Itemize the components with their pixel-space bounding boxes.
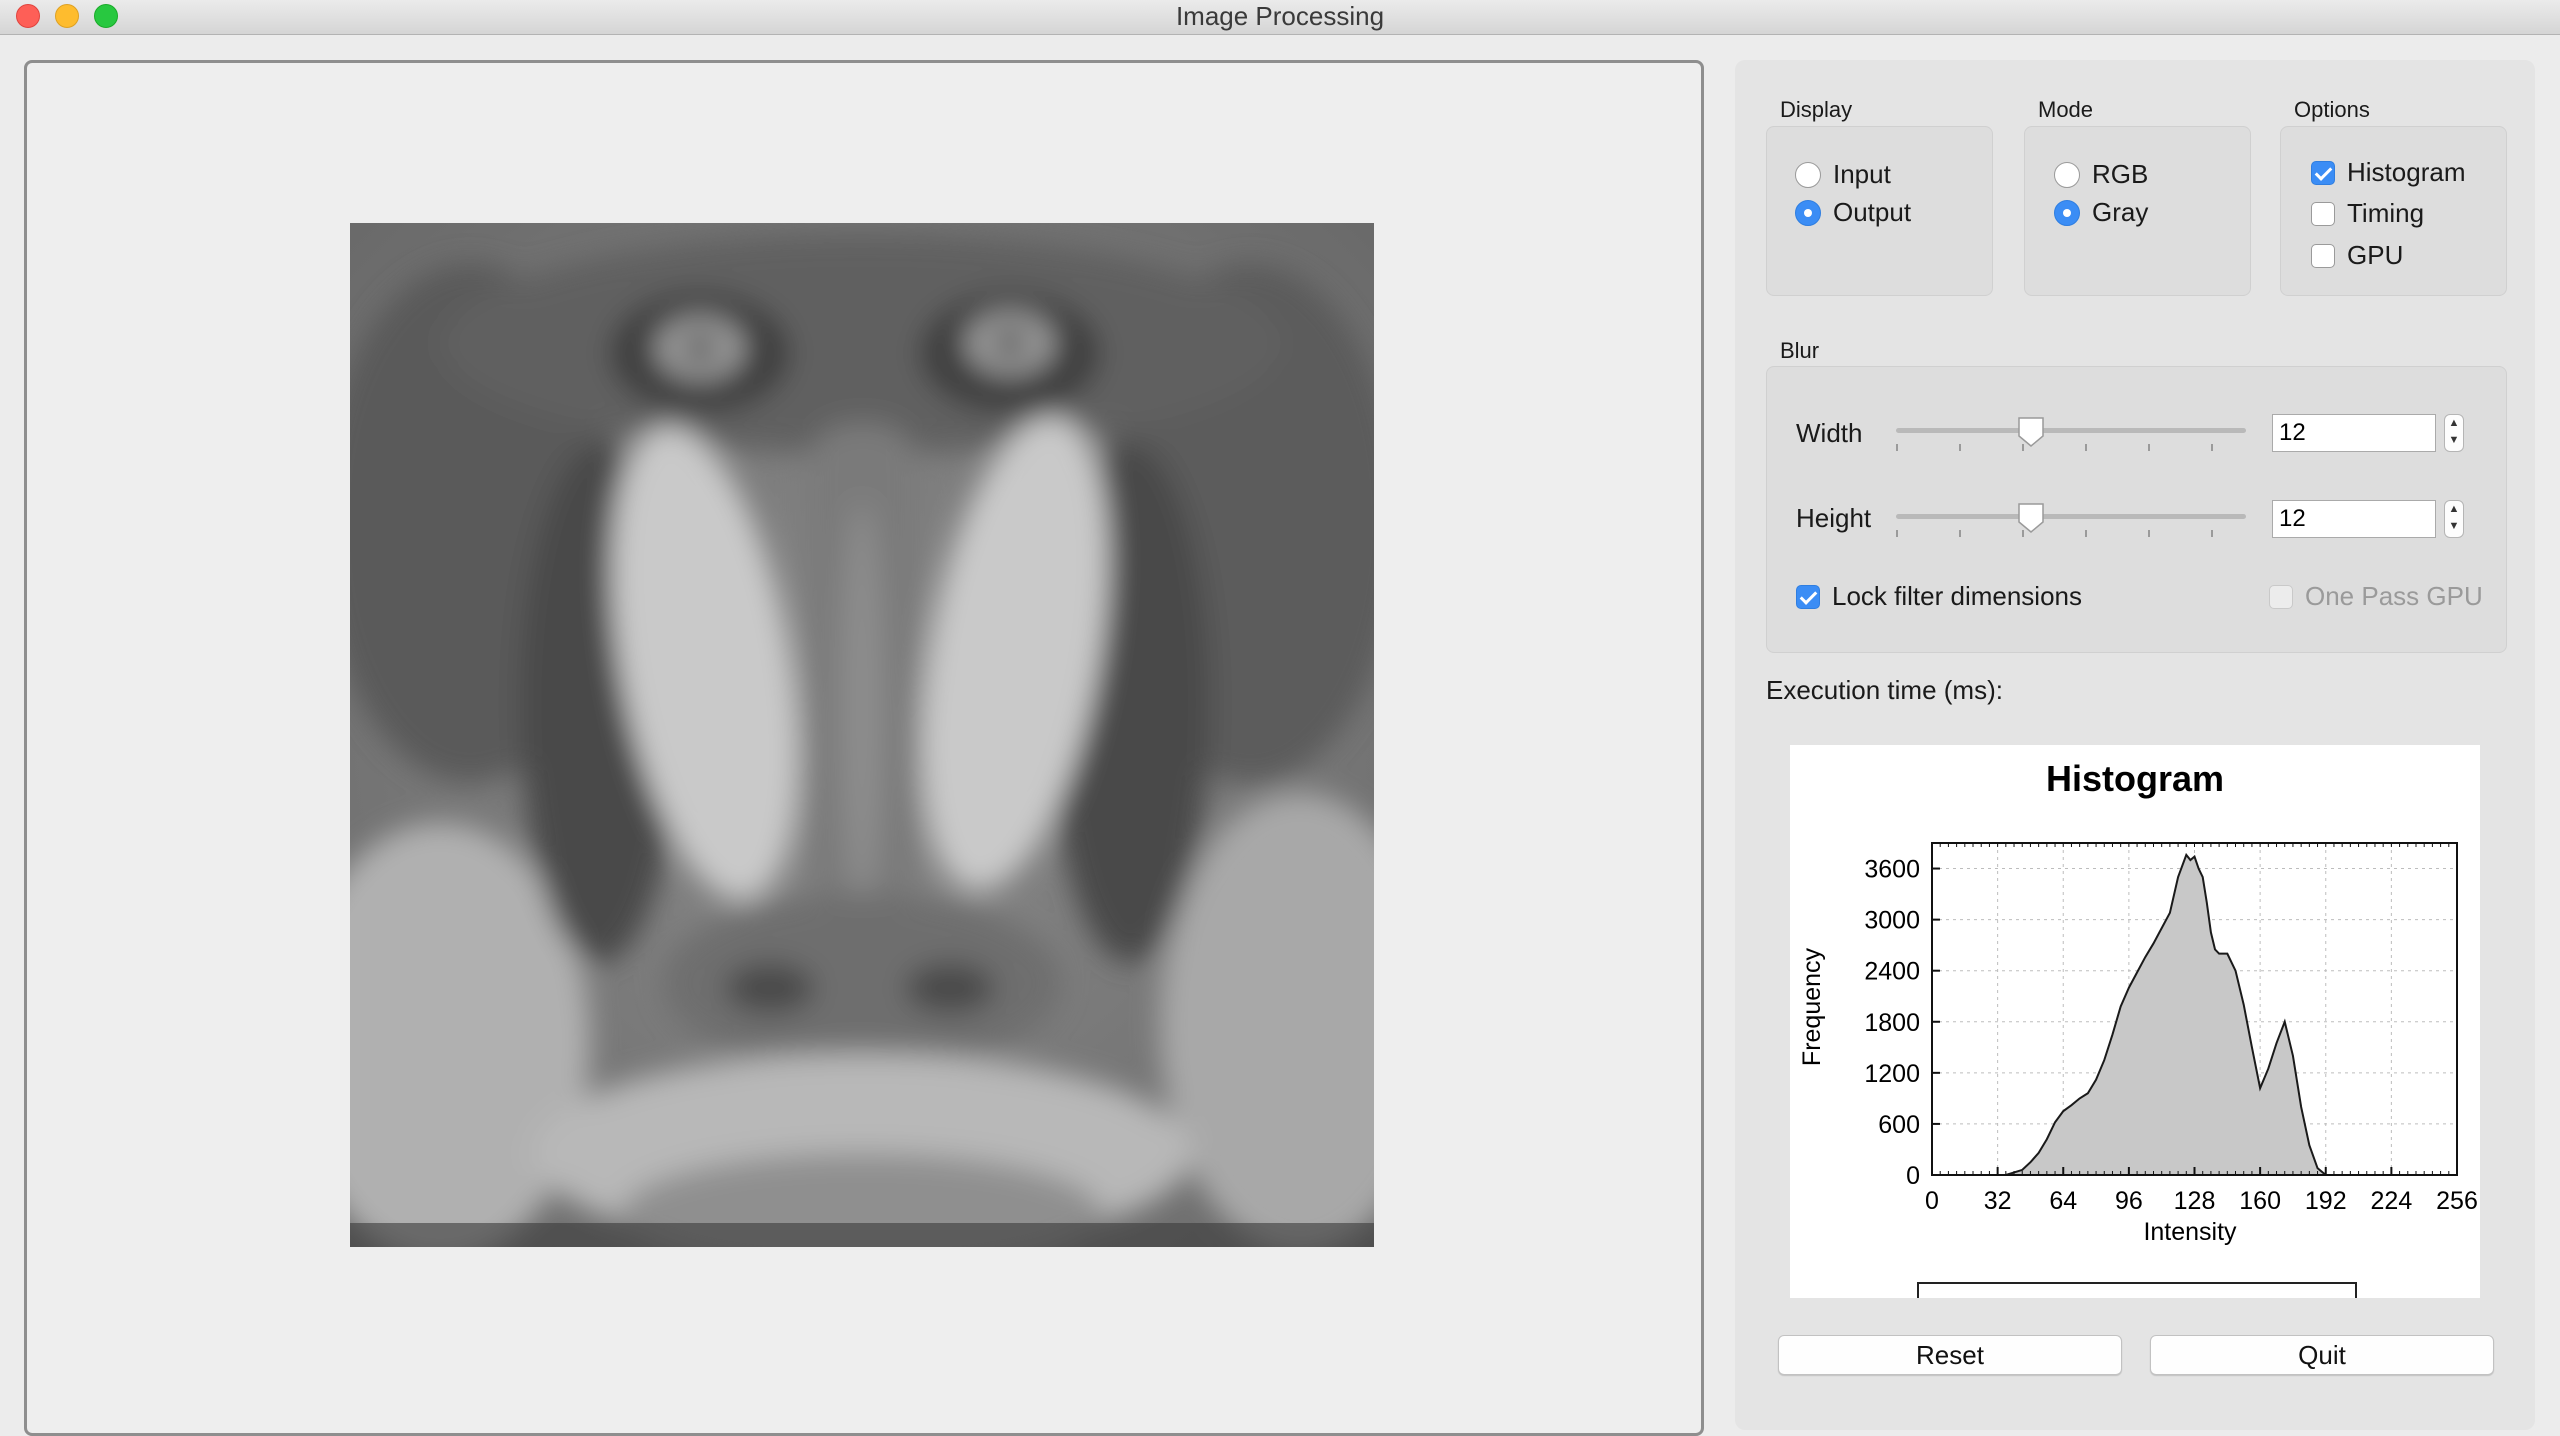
slider-tick	[2148, 444, 2150, 451]
display-input-radio[interactable]: Input	[1795, 159, 1891, 190]
title-bar: Image Processing	[0, 0, 2560, 35]
mode-gray-radio[interactable]: Gray	[2054, 197, 2148, 228]
radio-selected-icon	[1795, 199, 1821, 226]
window-title: Image Processing	[1175, 1, 1385, 31]
y-tick-label: 1800	[1864, 1009, 1920, 1037]
y-tick-label: 1200	[1864, 1060, 1920, 1088]
slider-tick	[1896, 530, 1898, 537]
mode-rgb-radio[interactable]: RGB	[2054, 159, 2148, 190]
checkbox-icon	[2311, 243, 2335, 268]
execution-time-label: Execution time (ms):	[1766, 675, 2003, 705]
mode-gray-label: Gray	[2092, 197, 2149, 227]
slider-track	[1896, 428, 2246, 433]
blur-group-title: Blur	[1780, 338, 1820, 363]
x-tick-label: 64	[2049, 1187, 2077, 1215]
x-axis-label: Intensity	[2143, 1218, 2237, 1246]
quit-button[interactable]: Quit	[2150, 1335, 2494, 1375]
chart-title: Histogram	[2046, 758, 2224, 799]
x-tick-label: 128	[2174, 1187, 2216, 1215]
slider-tick	[2148, 530, 2150, 537]
y-tick-label: 2400	[1864, 958, 1920, 986]
x-tick-label: 256	[2436, 1187, 2478, 1215]
options-group-title: Options	[2294, 97, 2370, 122]
slider-tick	[2211, 530, 2213, 537]
width-stepper-arrows-icon[interactable]: ▲ ▼	[2444, 414, 2464, 452]
output-image	[350, 223, 1374, 1247]
height-slider[interactable]	[1896, 500, 2246, 540]
display-output-radio[interactable]: Output	[1795, 197, 1911, 228]
mode-rgb-label: RGB	[2092, 159, 2149, 189]
slider-tick	[1896, 444, 1898, 451]
lock-filter-checkbox[interactable]: Lock filter dimensions	[1796, 581, 2082, 612]
reset-button[interactable]: Reset	[1778, 1335, 2122, 1375]
slider-thumb[interactable]	[2016, 502, 2046, 534]
width-label: Width	[1796, 418, 1863, 448]
display-group-title: Display	[1780, 97, 1853, 122]
y-tick-label: 3000	[1864, 907, 1920, 935]
width-value-input[interactable]	[2272, 414, 2436, 452]
radio-selected-icon	[2054, 199, 2080, 226]
slider-tick	[2085, 530, 2087, 537]
height-label: Height	[1796, 503, 1872, 533]
histogram-checkbox[interactable]: Histogram	[2311, 157, 2465, 188]
checkbox-checked-icon	[1796, 584, 1820, 609]
timing-checkbox-label: Timing	[2347, 198, 2425, 228]
y-tick-label: 3600	[1864, 856, 1920, 884]
histogram-checkbox-label: Histogram	[2347, 157, 2466, 187]
x-tick-label: 96	[2115, 1187, 2143, 1215]
display-output-label: Output	[1833, 197, 1912, 227]
gpu-checkbox-label: GPU	[2347, 240, 2404, 270]
slider-tick	[1959, 444, 1961, 451]
x-tick-label: 224	[2371, 1187, 2413, 1215]
width-slider[interactable]	[1896, 414, 2246, 454]
checkbox-icon	[2311, 201, 2335, 226]
mode-group-title: Mode	[2038, 97, 2094, 122]
lock-filter-label: Lock filter dimensions	[1832, 581, 2082, 611]
histogram-chart: Histogram 0 32 64 96 128 160 192 224 256 0 600 1200…	[1790, 745, 2480, 1298]
histogram-plot: Histogram 0 32 64 96 128 160 192 224 256 0 600 1200…	[1798, 758, 2478, 1298]
height-stepper-arrows-icon[interactable]: ▲ ▼	[2444, 500, 2464, 538]
height-value-input[interactable]	[2272, 500, 2436, 538]
slider-tick	[1959, 530, 1961, 537]
timing-display-box	[1917, 1282, 2357, 1298]
image-view-panel	[24, 60, 1704, 1436]
checkbox-checked-icon	[2311, 160, 2335, 185]
slider-track	[1896, 514, 2246, 519]
histogram-area	[2005, 852, 2329, 1176]
y-tick-label: 0	[1906, 1162, 1920, 1190]
one-pass-gpu-checkbox: One Pass GPU	[2269, 581, 2483, 612]
one-pass-gpu-label: One Pass GPU	[2305, 581, 2483, 611]
y-axis-label: Frequency	[1798, 947, 1826, 1066]
radio-icon	[2054, 161, 2080, 188]
blurred-gray-mandrill-image	[350, 223, 1374, 1247]
slider-tick	[2085, 444, 2087, 451]
timing-checkbox[interactable]: Timing	[2311, 198, 2424, 229]
display-input-label: Input	[1833, 159, 1891, 189]
y-tick-label: 600	[1878, 1111, 1920, 1139]
x-tick-label: 160	[2239, 1187, 2281, 1215]
x-tick-label: 0	[1925, 1187, 1939, 1215]
gpu-checkbox[interactable]: GPU	[2311, 240, 2403, 271]
radio-icon	[1795, 161, 1821, 188]
x-tick-label: 32	[1984, 1187, 2012, 1215]
x-tick-label: 192	[2305, 1187, 2347, 1215]
slider-thumb[interactable]	[2016, 416, 2046, 448]
checkbox-disabled-icon	[2269, 584, 2293, 609]
slider-tick	[2211, 444, 2213, 451]
